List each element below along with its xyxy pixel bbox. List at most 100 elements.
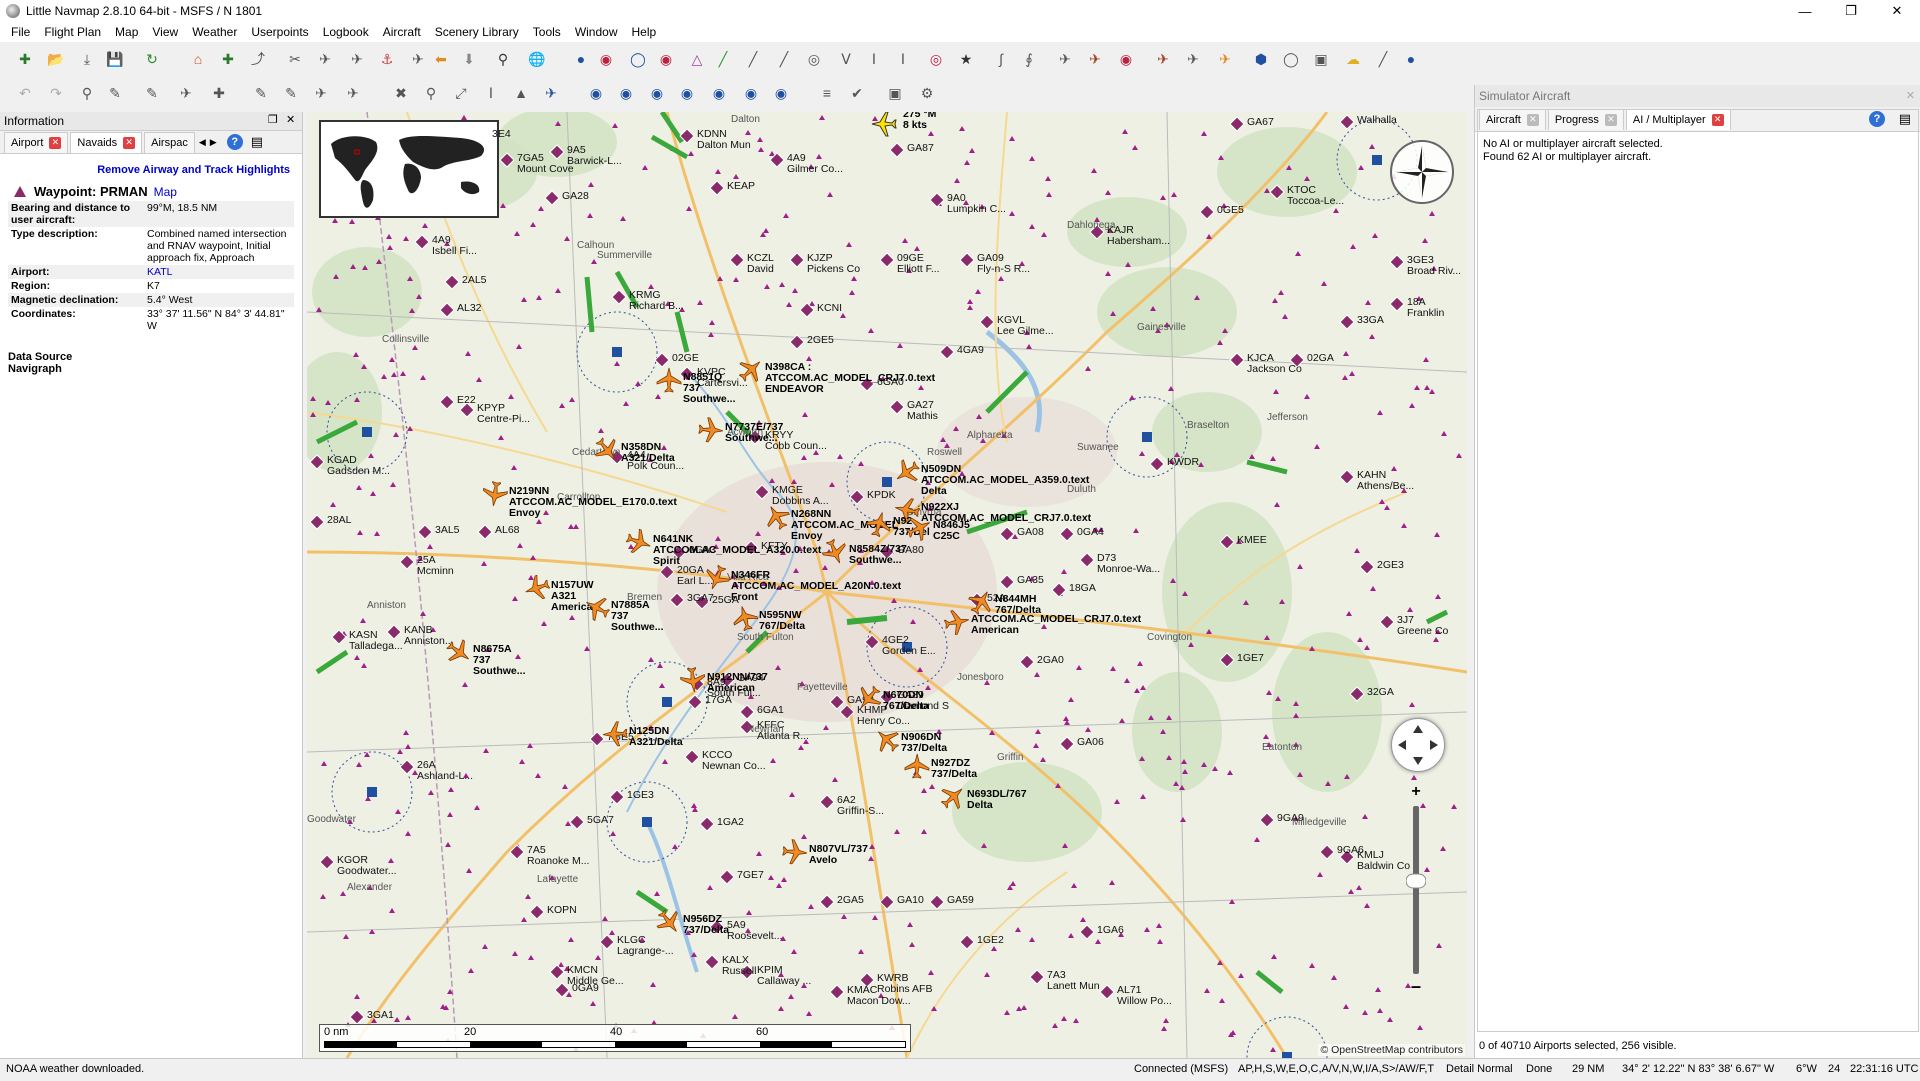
help-icon[interactable]: ? xyxy=(226,134,243,150)
tab-navaids[interactable]: Navaids ✕ xyxy=(70,131,143,153)
airport-label-10[interactable]: GA28 xyxy=(562,191,589,202)
airport-label-30[interactable]: 02GE xyxy=(672,353,699,364)
airport-label-13[interactable]: KAJR Habersham... xyxy=(1107,225,1170,247)
ai-aircraft-label[interactable]: N219NN ATCCOM.AC_MODEL_E170.0.text Envoy xyxy=(509,486,677,519)
airport-label-104[interactable]: 3GA1 xyxy=(367,1010,394,1021)
airport-label-11[interactable]: 9A0 Lumpkin C... xyxy=(947,193,1006,215)
ai-aircraft-label[interactable]: N641NK ATCCOM.AC_MODEL_A320.0.text Spirit xyxy=(653,534,821,567)
airport-label-59[interactable]: KASN Talladega... xyxy=(349,630,403,652)
toolbar-button-32-icon[interactable]: ∫ xyxy=(990,48,1012,70)
menu-logbook[interactable]: Logbook xyxy=(316,25,376,39)
toolbar-button-40-icon[interactable]: ⬢ xyxy=(1250,48,1272,70)
airport-label-18[interactable]: GA09 Fly-n-S R... xyxy=(977,253,1030,275)
toolbar-button-24-icon[interactable]: ╱ xyxy=(742,48,764,70)
airport-label-3[interactable]: Walhalla xyxy=(1357,115,1397,126)
airport-label-87[interactable]: 9GA6 xyxy=(1337,845,1364,856)
close-tab-icon[interactable]: ✕ xyxy=(1526,113,1539,126)
toolbar2-button-20-icon[interactable]: ◉ xyxy=(646,82,668,104)
ai-aircraft-icon[interactable] xyxy=(697,416,725,444)
ai-aircraft-label[interactable]: N956DZ 737/Delta xyxy=(683,914,729,936)
ai-aircraft-label[interactable]: N8851Q 737 Southwe... xyxy=(683,372,736,405)
airport-label-32[interactable]: 02GA xyxy=(1307,353,1334,364)
toolbar2-button-17-icon[interactable]: ✈ xyxy=(540,82,562,104)
airport-label-21[interactable]: KRMG Richard B... xyxy=(629,290,684,312)
airport-label-84[interactable]: 1GA2 xyxy=(717,817,744,828)
ai-aircraft-label[interactable]: N346FR ATCCOM.AC_MODEL_A20N.0.text Front xyxy=(731,570,901,603)
toolbar-button-27-icon[interactable]: Ⅴ xyxy=(835,48,857,70)
airport-label-83[interactable]: 5GA7 xyxy=(587,815,614,826)
toolbar2-button-4-icon[interactable]: ✎ xyxy=(104,82,126,104)
toolbar2-button-10-icon[interactable]: ✈ xyxy=(310,82,332,104)
airport-label-22[interactable]: 18A Franklin xyxy=(1407,297,1444,319)
toolbar-button-39-icon[interactable]: ✈ xyxy=(1214,48,1236,70)
toolbar-button-6-icon[interactable]: ⌂ xyxy=(187,48,209,70)
ai-aircraft-label[interactable]: N509DN ATCCOM.AC_MODEL_A359.0.text Delta xyxy=(921,464,1089,497)
airport-label-25[interactable]: 33GA xyxy=(1357,315,1384,326)
airport-label-28[interactable]: 4GA9 xyxy=(957,345,984,356)
toolbar-button-1-icon[interactable]: ✚ xyxy=(14,48,36,70)
airport-label-26[interactable]: AL32 xyxy=(457,303,482,314)
airport-label-23[interactable]: KCNI xyxy=(817,303,842,314)
ai-aircraft-label[interactable]: ATCCOM.AC_MODEL_CRJ7.0.text American xyxy=(971,614,1141,636)
ai-aircraft-label[interactable]: N7885A 737 Southwe... xyxy=(611,600,664,633)
toolbar2-button-1-icon[interactable]: ↶ xyxy=(14,82,36,104)
ai-aircraft-label[interactable]: N670DN 767/Delta xyxy=(883,690,929,712)
airport-label-44[interactable]: 28AL xyxy=(327,515,352,526)
ai-aircraft-label[interactable]: N125DN A321/Delta xyxy=(629,726,683,748)
map-view[interactable]: + – 0 nm 20 40 60 © OpenStreetMap contri… xyxy=(307,112,1467,1058)
airport-label-43[interactable]: KAHN Athens/Be... xyxy=(1357,470,1414,492)
airport-label-100[interactable]: 1GE2 xyxy=(977,935,1004,946)
toolbar2-button-3-icon[interactable]: ⚲ xyxy=(76,82,98,104)
airport-label-2[interactable]: GA67 xyxy=(1247,117,1274,128)
airport-label-0[interactable]: 3E4 xyxy=(492,129,511,140)
ai-aircraft-label[interactable]: N807VL/737 Avelo xyxy=(809,844,868,866)
menu-view[interactable]: View xyxy=(145,25,185,39)
airport-label-53[interactable]: D73 Monroe-Wa... xyxy=(1097,553,1160,575)
airport-label-89[interactable]: KGOR Goodwater... xyxy=(337,855,397,877)
ai-aircraft-label[interactable]: N595NW 767/Delta xyxy=(759,610,805,632)
airport-label-61[interactable]: 3GA7 xyxy=(687,593,714,604)
ai-aircraft-icon[interactable] xyxy=(480,479,509,508)
toolbar-button-15-icon[interactable]: ⬇ xyxy=(458,48,480,70)
airport-label-46[interactable]: AL68 xyxy=(495,525,520,536)
airport-label-92[interactable]: GA10 xyxy=(897,895,924,906)
airport-label-12[interactable]: 0GE5 xyxy=(1217,205,1244,216)
airport-label-6[interactable]: 4A9 Gilmer Co... xyxy=(787,153,843,175)
toolbar2-button-22-icon[interactable]: ◉ xyxy=(708,82,730,104)
menu-aircraft[interactable]: Aircraft xyxy=(376,25,428,39)
close-panel-icon[interactable]: ✕ xyxy=(1906,89,1915,102)
tab-scroll-left-icon[interactable]: ◀ xyxy=(199,137,206,148)
options-menu-icon[interactable]: ▤ xyxy=(251,134,263,150)
ai-aircraft-label[interactable]: N8584Z/737 Southwe... xyxy=(849,544,907,566)
airport-label-91[interactable]: 2GA5 xyxy=(837,895,864,906)
ai-aircraft-icon[interactable] xyxy=(679,666,708,695)
ai-aircraft-icon[interactable] xyxy=(781,838,809,866)
toolbar-button-23-icon[interactable]: ╱ xyxy=(712,48,734,70)
airport-label-71[interactable]: 32GA xyxy=(1367,687,1394,698)
toolbar-button-4-icon[interactable]: 💾 xyxy=(104,48,126,70)
airport-label-50[interactable]: GA08 xyxy=(1017,527,1044,538)
toolbar-button-41-icon[interactable]: ◯ xyxy=(1280,48,1302,70)
toolbar-button-35-icon[interactable]: ✈ xyxy=(1084,48,1106,70)
toolbar-button-44-icon[interactable]: ╱ xyxy=(1372,48,1394,70)
toolbar-button-18-icon[interactable]: ● xyxy=(570,48,592,70)
airport-label-107[interactable]: KWRB Robins AFB xyxy=(877,973,932,995)
menu-flight-plan[interactable]: Flight Plan xyxy=(37,25,108,39)
close-tab-icon[interactable]: ✕ xyxy=(1604,113,1617,126)
airport-label-95[interactable]: 5A9 Roosevelt... xyxy=(727,920,782,942)
ai-aircraft-icon[interactable] xyxy=(601,720,628,747)
toolbar-button-20-icon[interactable]: ◯ xyxy=(627,48,649,70)
toolbar-button-10-icon[interactable]: ✈ xyxy=(314,48,336,70)
airport-label-72[interactable]: 17GA xyxy=(705,695,732,706)
toolbar2-button-2-icon[interactable]: ↷ xyxy=(45,82,67,104)
toolbar2-button-8-icon[interactable]: ✎ xyxy=(250,82,272,104)
toolbar-button-30-icon[interactable]: ◎ xyxy=(925,48,947,70)
airport-label-27[interactable]: 2GE5 xyxy=(807,335,834,346)
ai-aircraft-label[interactable]: N8675A 737 Southwe... xyxy=(473,644,526,677)
options-menu-icon[interactable]: ▤ xyxy=(1899,111,1911,127)
airport-label-74[interactable]: 6GA1 xyxy=(757,705,784,716)
toolbar2-button-11-icon[interactable]: ✈ xyxy=(342,82,364,104)
toolbar2-button-23-icon[interactable]: ◉ xyxy=(740,82,762,104)
toolbar2-button-25-icon[interactable]: ≡ xyxy=(816,82,838,104)
airport-label-16[interactable]: KJZP Pickens Co xyxy=(807,253,860,275)
